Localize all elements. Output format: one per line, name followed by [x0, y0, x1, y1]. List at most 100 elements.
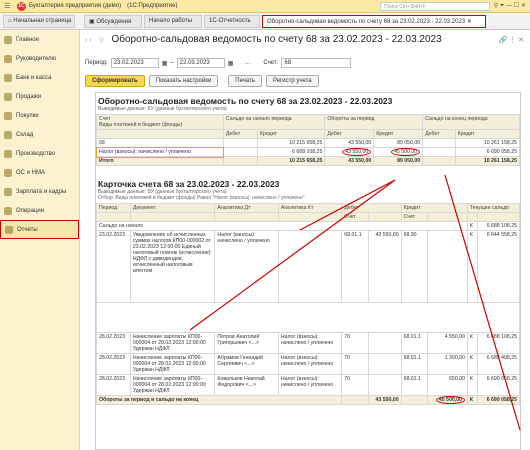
tab-osv[interactable]: Оборотно-сальдовая ведомость по счету 68…	[262, 15, 486, 28]
card-title: Карточка счета 68 за 23.02.2023 - 22.03.…	[98, 179, 280, 189]
sidebar-item-label: Продажи	[16, 93, 42, 100]
col-document: Документ	[129, 203, 216, 213]
tax-type-cell[interactable]: Налог (взносы): начислено / уплачено	[96, 146, 225, 158]
report-area: Оборотно-сальдовая ведомость по счету 68…	[95, 92, 521, 450]
period-to-input[interactable]: 22.03.2023	[176, 58, 225, 68]
sidebar-item-operations[interactable]: Операции	[0, 201, 79, 220]
gear-icon	[4, 206, 12, 215]
print-button[interactable]: Печать	[228, 75, 262, 87]
filter-bar: Период: 23.02.2023 ▦ – 22.03.2023 ▦ … Сч…	[85, 57, 525, 69]
col-balance: Текущее сальдо	[466, 203, 520, 213]
opening-row: Сальдо на начало К 6 688 108,25	[96, 221, 520, 231]
sidebar-item-reports[interactable]: Отчеты	[0, 220, 79, 239]
tab-label: Оборотно-сальдовая ведомость по счету 68…	[267, 19, 466, 25]
factory-icon	[4, 149, 12, 158]
calendar-icon[interactable]: ▦	[162, 60, 168, 67]
col-debit: Дебет	[222, 129, 259, 139]
register-button[interactable]: Регистр учета	[265, 75, 319, 87]
col-debit: Дебет	[422, 129, 456, 139]
sidebar-item-label: Склад	[16, 131, 34, 138]
app-subtitle: (1С:Предприятие)	[127, 3, 178, 9]
tab-discussions[interactable]: ▣ Обсуждения	[84, 15, 142, 28]
sidebar-item-manager[interactable]: Руководителю	[0, 49, 79, 68]
main-content: ‹ › ☆ Оборотно-сальдовая ведомость по сч…	[83, 30, 528, 450]
sidebar-item-label: ОС и НМА	[16, 169, 46, 176]
back-icon[interactable]: ‹ ›	[85, 37, 92, 44]
highlight-total-credit[interactable]: 45 500,00	[435, 396, 465, 404]
col-close: Сальдо на конец периода	[422, 114, 520, 130]
tab-label: 1С-Отчетность	[209, 18, 251, 24]
table-row[interactable]	[96, 302, 520, 333]
sidebar-item-warehouse[interactable]: Склад	[0, 125, 79, 144]
total-row: Обороты за период и сальдо на конец 43 55…	[96, 395, 520, 405]
tab-label: Начальная страница	[13, 18, 72, 24]
sidebar-item-purchases[interactable]: Покупки	[0, 106, 79, 125]
tab-home[interactable]: ⌂ Начальная страница	[3, 15, 75, 28]
bank-icon	[4, 73, 12, 82]
table-row[interactable]: Налог (взносы): начислено / уплачено 6 68…	[96, 146, 520, 158]
window-controls[interactable]: ⚲ ⏷ — ☐ ✕	[494, 2, 526, 10]
list-icon	[4, 35, 12, 44]
table-row[interactable]: 23.02.2023 Уведомление об исчисленных сум…	[96, 230, 520, 303]
building-icon	[4, 168, 12, 177]
page-title: Оборотно-сальдовая ведомость по счету 68…	[111, 34, 442, 45]
tab-reporting[interactable]: 1С-Отчетность	[204, 15, 260, 28]
col-account: Счет Виды платежей в бюджет (фонды)	[96, 114, 224, 130]
sidebar-item-label: Главное	[16, 36, 39, 43]
table-row[interactable]: 28.02.2023 Начисление зарплаты КП00-00000…	[96, 374, 520, 396]
toolbar: Сформировать Показать настройки Печать Р…	[85, 75, 319, 89]
col-credit: Кредит	[454, 129, 520, 139]
settings-button[interactable]: Показать настройки	[148, 75, 219, 87]
generate-button[interactable]: Сформировать	[85, 75, 145, 87]
card-table: Период Документ Аналитика Дт Аналитика К…	[96, 203, 520, 405]
sidebar-item-production[interactable]: Производство	[0, 144, 79, 163]
col-an-kt: Аналитика Кт	[277, 203, 343, 213]
table-row[interactable]: 28.02.2023 Начисление зарплаты КП00-00000…	[96, 353, 520, 375]
col-credit: Кредит	[373, 129, 424, 139]
osv-table: Счет Виды платежей в бюджет (фонды) Сальд…	[96, 114, 520, 166]
total-row: Итого 10 215 658,25 43 550,00 89 050,00 10 2…	[96, 156, 520, 166]
account-input[interactable]: 68	[281, 58, 352, 68]
sidebar-item-label: Покупки	[16, 112, 39, 119]
box-icon	[4, 130, 12, 139]
menu-icon[interactable]: ☰	[4, 2, 14, 10]
page-header: ‹ › ☆ Оборотно-сальдовая ведомость по сч…	[85, 34, 442, 45]
close-icon[interactable]: ✕	[467, 19, 472, 25]
chart-icon	[4, 54, 12, 63]
col-credit: Кредит	[256, 129, 326, 139]
people-icon	[4, 187, 12, 196]
tab-start[interactable]: Начало работы	[144, 15, 202, 28]
col-period: Период	[96, 203, 131, 213]
sidebar-item-main[interactable]: Главное	[0, 30, 79, 49]
tab-label: Начало работы	[149, 18, 192, 24]
col-an-dt: Аналитика Дт	[214, 203, 279, 213]
period-from-input[interactable]: 23.02.2023	[110, 58, 159, 68]
more-icon[interactable]: 🔗 ⋮ ✕	[499, 36, 524, 44]
cart-icon	[4, 92, 12, 101]
sidebar: Главное Руководителю Банк и касса Продаж…	[0, 30, 80, 450]
table-row[interactable]: 68 10 215 658,25 43 550,00 89 050,00 10 261 …	[96, 138, 520, 148]
highlight-debit[interactable]: 43 550,00	[342, 148, 372, 156]
report-icon	[5, 225, 13, 234]
period-select-button[interactable]: …	[244, 60, 250, 66]
card-filter: Отбор: Виды платежей в бюджет (фонды) Ра…	[98, 195, 305, 201]
sidebar-item-sales[interactable]: Продажи	[0, 87, 79, 106]
search-input[interactable]: Поиск Ctrl+Shift+F	[380, 2, 490, 11]
col-debit: Дебет	[341, 203, 402, 213]
tab-label: Обсуждения	[96, 19, 132, 25]
table-row[interactable]: 28.02.2023 Начисление зарплаты КП00-00000…	[96, 332, 520, 354]
sidebar-item-assets[interactable]: ОС и НМА	[0, 163, 79, 182]
sidebar-item-label: Отчеты	[17, 226, 38, 233]
sidebar-item-label: Зарплата и кадры	[16, 188, 67, 195]
calendar-icon[interactable]: ▦	[228, 60, 234, 67]
app-title: Бухгалтерия предприятия (демо)	[29, 3, 122, 9]
account-label: Счет:	[263, 60, 279, 66]
osv-subtitle: Выводимые данные: БУ (данные бухгалтерск…	[98, 106, 227, 112]
tab-bar: ⌂ Начальная страница ▣ Обсуждения Начало…	[0, 13, 530, 30]
period-label: Период:	[85, 60, 108, 66]
sidebar-item-bank[interactable]: Банк и касса	[0, 68, 79, 87]
highlight-credit[interactable]: 45 500,00	[391, 148, 421, 156]
basket-icon	[4, 111, 12, 120]
sidebar-item-payroll[interactable]: Зарплата и кадры	[0, 182, 79, 201]
star-icon[interactable]: ☆	[98, 37, 104, 44]
